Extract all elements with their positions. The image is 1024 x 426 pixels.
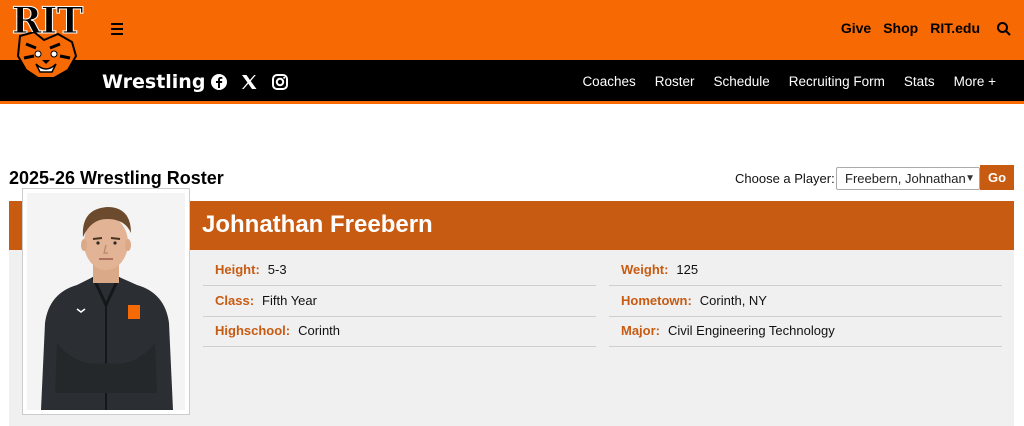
info-value: Fifth Year xyxy=(262,293,317,308)
nav-coaches[interactable]: Coaches xyxy=(582,74,635,89)
info-value: Civil Engineering Technology xyxy=(668,323,835,338)
info-label: Hometown: xyxy=(621,293,692,308)
nav-recruiting-form[interactable]: Recruiting Form xyxy=(789,74,885,89)
tiger-icon xyxy=(16,32,78,79)
top-links: Give Shop RIT.edu xyxy=(841,20,980,36)
x-twitter-icon[interactable] xyxy=(240,73,258,91)
info-value: 5-3 xyxy=(267,262,287,277)
go-button[interactable]: Go xyxy=(980,165,1014,190)
info-label: Class: xyxy=(215,293,255,308)
page-title: 2025-26 Wrestling Roster xyxy=(9,168,224,188)
info-value: Corinth, NY xyxy=(699,293,767,308)
player-headshot xyxy=(22,188,190,415)
info-row-class: Class: Fifth Year xyxy=(203,287,596,317)
info-value: 125 xyxy=(676,262,699,277)
player-name: Johnathan Freebern xyxy=(202,211,433,238)
search-icon[interactable] xyxy=(996,21,1012,37)
facebook-icon[interactable] xyxy=(210,73,228,91)
info-label: Weight: xyxy=(621,262,669,277)
info-row-hometown: Hometown: Corinth, NY xyxy=(609,287,1002,317)
hamburger-menu-icon[interactable] xyxy=(108,20,126,38)
rit-edu-link[interactable]: RIT.edu xyxy=(930,20,980,36)
shop-link[interactable]: Shop xyxy=(883,20,918,36)
player-photo-image xyxy=(27,193,185,410)
info-row-major: Major: Civil Engineering Technology xyxy=(609,317,1002,347)
sport-nav-links: Coaches Roster Schedule Recruiting Form … xyxy=(582,74,996,89)
info-value: Corinth xyxy=(298,323,341,338)
player-select[interactable]: Freebern, Johnathan ▼ xyxy=(836,167,980,190)
info-row-height: Height: 5-3 xyxy=(203,256,596,286)
choose-player-label: Choose a Player: xyxy=(735,171,835,186)
info-label: Major: xyxy=(621,323,660,338)
give-link[interactable]: Give xyxy=(841,20,871,36)
chevron-down-icon: ▼ xyxy=(965,173,975,184)
nav-stats[interactable]: Stats xyxy=(904,74,935,89)
instagram-icon[interactable] xyxy=(271,73,289,91)
nav-more[interactable]: More + xyxy=(954,74,996,89)
top-bar: Give Shop RIT.edu xyxy=(0,0,1024,60)
sport-title[interactable]: Wrestling xyxy=(102,71,205,93)
info-row-highschool: Highschool: Corinth xyxy=(203,317,596,347)
info-row-weight: Weight: 125 xyxy=(609,256,1002,286)
nav-roster[interactable]: Roster xyxy=(655,74,695,89)
player-select-value: Freebern, Johnathan xyxy=(845,171,966,186)
info-label: Highschool: xyxy=(215,323,291,338)
info-label: Height: xyxy=(215,262,260,277)
sport-nav-bar: Wrestling Coaches Roster Schedule Recrui… xyxy=(0,60,1024,104)
rit-tigers-logo[interactable]: RIT xyxy=(6,2,88,82)
nav-schedule[interactable]: Schedule xyxy=(714,74,770,89)
